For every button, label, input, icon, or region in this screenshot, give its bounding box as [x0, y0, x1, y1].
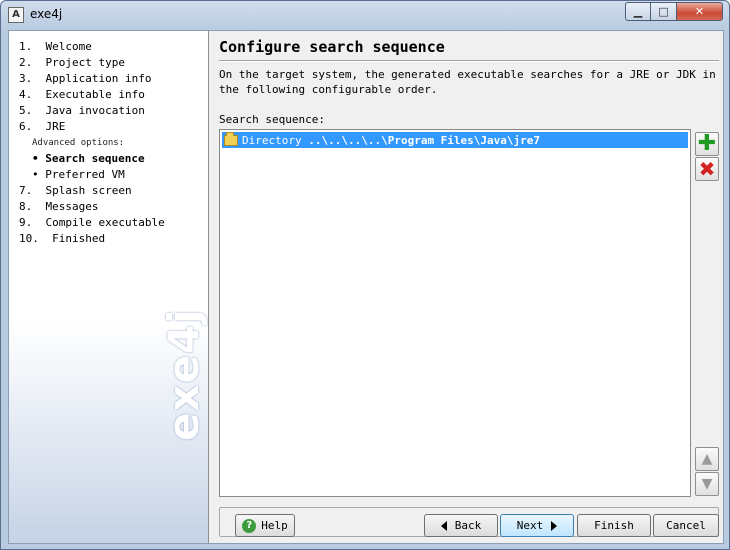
- step-splash-screen[interactable]: 7. Splash screen: [19, 183, 165, 199]
- arrow-right-icon: [551, 520, 558, 531]
- app-icon[interactable]: A: [8, 7, 24, 23]
- back-button-label: Back: [454, 519, 482, 532]
- window-title: exe4j: [30, 7, 63, 21]
- back-button[interactable]: Back: [424, 514, 498, 537]
- next-button-label: Next: [516, 519, 544, 532]
- step-finished[interactable]: 10. Finished: [19, 231, 165, 247]
- step-welcome[interactable]: 1. Welcome: [19, 39, 165, 55]
- wizard-client-area: 1. Welcome 2. Project type 3. Applicatio…: [8, 30, 724, 544]
- arrow-left-icon: [440, 520, 447, 531]
- search-sequence-label: Search sequence:: [219, 113, 325, 126]
- minimize-button[interactable]: ▁: [625, 2, 651, 21]
- step-compile-executable[interactable]: 9. Compile executable: [19, 215, 165, 231]
- finish-button-label: Finish: [594, 519, 634, 532]
- maximize-button[interactable]: □: [651, 2, 677, 21]
- help-icon: ?: [242, 518, 257, 533]
- app-window: A exe4j ▁ □ ✕ 1. Welcome 2. Project type…: [0, 0, 730, 550]
- remove-entry-button[interactable]: ✖: [695, 157, 719, 181]
- move-up-button[interactable]: ▲: [695, 447, 719, 471]
- add-entry-button[interactable]: ✚: [695, 132, 719, 156]
- close-button[interactable]: ✕: [677, 2, 723, 21]
- cancel-button-label: Cancel: [666, 519, 706, 532]
- step-preferred-vm[interactable]: • Preferred VM: [19, 167, 165, 183]
- page-title: Configure search sequence: [219, 38, 445, 56]
- folder-icon: [224, 131, 238, 146]
- plus-icon: ✚: [697, 131, 717, 156]
- delete-icon: ✖: [698, 157, 716, 181]
- wizard-steps-sidebar: 1. Welcome 2. Project type 3. Applicatio…: [9, 31, 209, 543]
- title-bar[interactable]: A exe4j ▁ □ ✕: [1, 1, 729, 30]
- cancel-button[interactable]: Cancel: [653, 514, 719, 537]
- finish-button[interactable]: Finish: [577, 514, 651, 537]
- exe4j-logo: exe4j: [159, 308, 208, 441]
- step-search-sequence[interactable]: • Search sequence: [19, 151, 165, 167]
- move-down-button[interactable]: ▼: [695, 472, 719, 496]
- arrow-up-icon: ▲: [701, 451, 713, 467]
- entry-path: ..\..\..\..\Program Files\Java\jre7: [301, 133, 541, 147]
- entry-type: Directory: [242, 133, 302, 147]
- window-controls: ▁ □ ✕: [625, 2, 723, 21]
- next-button[interactable]: Next: [500, 514, 574, 537]
- step-application-info[interactable]: 3. Application info: [19, 71, 165, 87]
- steps-list: 1. Welcome 2. Project type 3. Applicatio…: [19, 39, 165, 247]
- search-sequence-list[interactable]: Directory ..\..\..\..\Program Files\Java…: [219, 129, 691, 497]
- step-messages[interactable]: 8. Messages: [19, 199, 165, 215]
- list-item[interactable]: Directory ..\..\..\..\Program Files\Java…: [222, 131, 688, 148]
- page-description: On the target system, the generated exec…: [219, 68, 716, 96]
- step-executable-info[interactable]: 4. Executable info: [19, 87, 165, 103]
- heading-divider: [219, 60, 719, 62]
- step-java-invocation[interactable]: 5. Java invocation: [19, 103, 165, 119]
- main-panel: Configure search sequence On the target …: [210, 31, 723, 543]
- help-button-label: Help: [261, 519, 288, 532]
- arrow-down-icon: ▼: [701, 476, 713, 492]
- advanced-options-label: Advanced options:: [32, 138, 125, 148]
- step-project-type[interactable]: 2. Project type: [19, 55, 165, 71]
- help-button[interactable]: ? Help: [235, 514, 295, 537]
- step-jre[interactable]: 6. JRE: [19, 119, 165, 135]
